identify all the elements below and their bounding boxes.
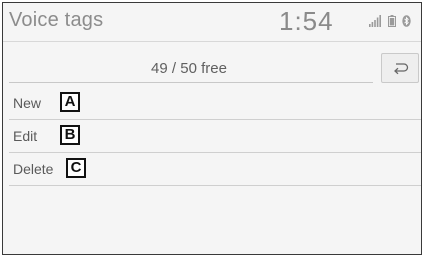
callout-label: A: [60, 92, 80, 112]
menu-item-delete[interactable]: Delete C: [3, 153, 421, 186]
menu-item-label: New: [13, 95, 42, 111]
back-arrow-icon: [394, 63, 409, 75]
status-bar: Voice tags 1:54: [3, 3, 421, 41]
callout-label: C: [66, 158, 86, 178]
page-title: Voice tags: [9, 9, 104, 31]
bluetooth-icon: [402, 15, 411, 27]
menu-item-label: Edit: [13, 128, 38, 144]
free-counter: 49 / 50 free: [3, 51, 375, 83]
signal-icon: [369, 15, 381, 27]
back-button[interactable]: [381, 53, 419, 83]
header-divider: [3, 41, 421, 42]
free-count-text: 49 / 50 free: [151, 60, 227, 77]
clock: 1:54: [279, 6, 334, 36]
battery-icon: [388, 15, 396, 27]
row-divider: [9, 185, 421, 186]
menu-item-new[interactable]: New A: [3, 87, 421, 120]
counter-underline: [9, 82, 373, 83]
voice-tags-screen: Voice tags 1:54 49 / 50 free New A Edit …: [2, 2, 422, 255]
menu-item-label: Delete: [13, 161, 54, 177]
callout-label: B: [60, 125, 80, 145]
menu-item-edit[interactable]: Edit B: [3, 120, 421, 153]
